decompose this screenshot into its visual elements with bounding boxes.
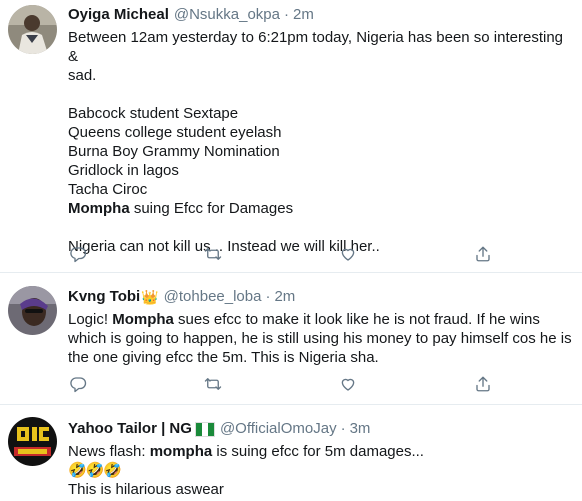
reply-button[interactable] (68, 244, 88, 264)
tweet-actions (68, 374, 493, 394)
text-line: the one giving efcc the 5m. This is Nige… (68, 349, 379, 366)
text-line: Gridlock in lagos (68, 162, 179, 179)
avatar[interactable] (8, 286, 57, 335)
highlight-keyword: mompha (149, 443, 213, 460)
tweet-text: Logic! Mompha sues efcc to make it look … (68, 310, 572, 367)
text-fragment: is suing efcc for 5m damages... (212, 443, 424, 460)
share-button[interactable] (473, 244, 493, 264)
like-button[interactable] (338, 374, 358, 394)
text-fragment: Logic! (68, 311, 113, 328)
text-line: Queens college student eyelash (68, 124, 282, 141)
avatar[interactable] (8, 5, 57, 54)
text-line: Tacha Ciroc (68, 181, 148, 198)
avatar[interactable] (8, 417, 57, 466)
like-button[interactable] (338, 244, 358, 264)
share-icon (476, 376, 490, 392)
text-line: Burna Boy Grammy Nomination (68, 143, 280, 160)
tweet-header: Yahoo Tailor | NG @OfficialOmoJay · 3m (68, 419, 572, 439)
user-handle[interactable]: @tohbee_loba (164, 287, 262, 307)
user-handle[interactable]: @Nsukka_okpa (174, 5, 280, 25)
separator-dot: · (265, 288, 271, 305)
laughing-emoji-line: 🤣🤣🤣 (68, 462, 122, 479)
text-line: This is hilarious aswear (68, 481, 224, 498)
reply-icon (70, 377, 87, 393)
separator-dot: · (284, 6, 289, 23)
tweet-header: Oyiga Micheal @Nsukka_okpa · 2m (68, 5, 572, 25)
text-line: Logic! Mompha sues efcc to make it look … (68, 310, 572, 329)
like-icon (341, 248, 355, 261)
crown-emoji: 👑 (141, 289, 159, 305)
text-line: Between 12am yesterday to 6:21pm today, … (68, 29, 564, 65)
display-name[interactable]: Kvng Tobi (68, 287, 140, 307)
reply-button[interactable] (68, 374, 88, 394)
text-line: which is going to happen, he is still us… (68, 330, 572, 347)
display-name[interactable]: Oyiga Micheal (68, 5, 169, 25)
timestamp[interactable]: 2m (293, 5, 314, 25)
retweet-button[interactable] (203, 374, 223, 394)
timestamp[interactable]: 3m (350, 419, 371, 439)
text-fragment: suing Efcc for Damages (129, 200, 294, 217)
text-line: Mompha suing Efcc for Damages (68, 199, 572, 218)
like-icon (341, 378, 355, 391)
share-icon (476, 246, 490, 262)
tweet-feed: Oyiga Micheal @Nsukka_okpa · 2m Between … (0, 0, 582, 501)
nigeria-flag-icon (194, 421, 215, 437)
tweet-text: News flash: mompha is suing efcc for 5m … (68, 442, 572, 499)
share-button[interactable] (473, 374, 493, 394)
retweet-icon (204, 378, 222, 390)
tweet[interactable]: Kvng Tobi 👑 @tohbee_loba · 2m Logic! Mom… (0, 273, 582, 405)
reply-icon (70, 247, 87, 263)
tweet[interactable]: Yahoo Tailor | NG @OfficialOmoJay · 3m N… (0, 405, 582, 501)
retweet-icon (204, 248, 222, 260)
highlight-keyword: Mompha (68, 200, 130, 217)
retweet-button[interactable] (203, 244, 223, 264)
text-line: News flash: mompha is suing efcc for 5m … (68, 442, 572, 461)
text-line (68, 85, 572, 104)
display-name[interactable]: Yahoo Tailor | NG (68, 419, 192, 439)
separator-dot: · (340, 420, 346, 437)
tweet-text: Between 12am yesterday to 6:21pm today, … (68, 28, 572, 256)
text-line: Babcock student Sextape (68, 105, 239, 122)
tweet-actions (68, 244, 493, 264)
user-handle[interactable]: @OfficialOmoJay (220, 419, 337, 439)
text-fragment: sues efcc to make it look like he is not… (173, 311, 540, 328)
text-line: sad. (68, 67, 97, 84)
tweet-header: Kvng Tobi 👑 @tohbee_loba · 2m (68, 287, 572, 307)
tweet[interactable]: Oyiga Micheal @Nsukka_okpa · 2m Between … (0, 0, 582, 273)
timestamp[interactable]: 2m (274, 287, 295, 307)
text-fragment: News flash: (68, 443, 150, 460)
highlight-keyword: Mompha (112, 311, 174, 328)
